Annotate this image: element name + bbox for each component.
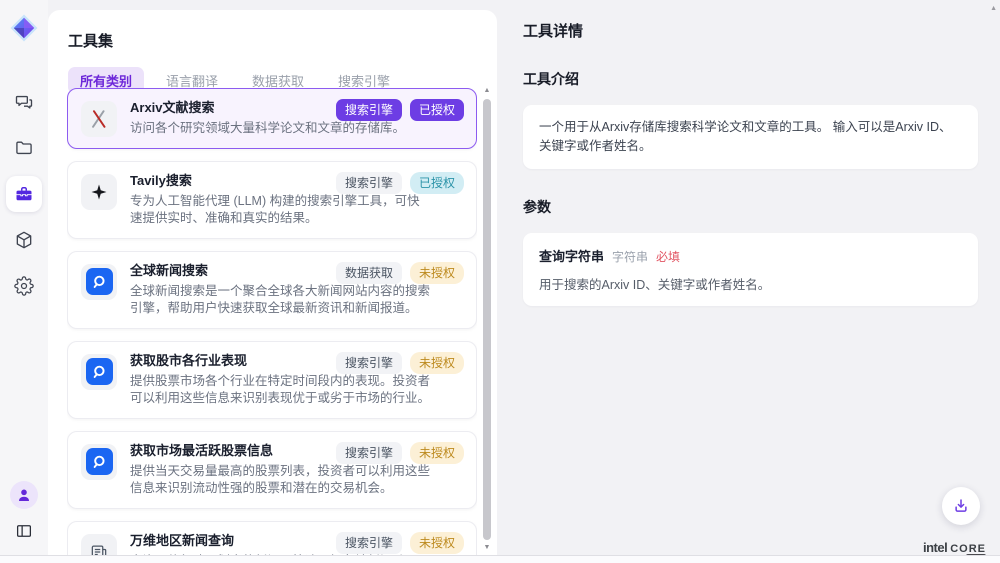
tool-badges: 搜索引擎未授权 — [336, 442, 464, 464]
app-window: 工具集 所有类别语言翻译数据获取搜索引擎 Arxiv文献搜索 访问各个研究领域大… — [0, 0, 1000, 563]
tool-category-badge: 搜索引擎 — [336, 352, 402, 374]
search-blue-icon — [81, 354, 117, 390]
tool-badges: 搜索引擎未授权 — [336, 532, 464, 554]
tool-badges: 数据获取未授权 — [336, 262, 464, 284]
folder-icon[interactable] — [6, 130, 42, 166]
download-button[interactable] — [942, 487, 980, 525]
tool-badges: 搜索引擎已授权 — [336, 99, 464, 121]
settings-icon[interactable] — [6, 268, 42, 304]
tool-list-panel: 工具集 所有类别语言翻译数据获取搜索引擎 Arxiv文献搜索 访问各个研究领域大… — [48, 10, 497, 555]
tool-auth-badge: 已授权 — [410, 99, 464, 121]
param-desc: 用于搜索的Arxiv ID、关键字或作者姓名。 — [539, 274, 962, 293]
user-avatar[interactable] — [10, 481, 38, 509]
tool-desc: 访问各个研究领域大量科学论文和文章的存储库。 — [130, 120, 405, 138]
window-bottom-edge — [0, 555, 1000, 563]
scrollbar-thumb[interactable] — [483, 99, 491, 540]
brand-intel: intel — [923, 540, 947, 555]
params-heading: 参数 — [523, 197, 978, 217]
sidebar-bottom — [0, 481, 48, 543]
intro-text: 一个用于从Arxiv存储库搜索科学论文和文章的工具。 输入可以是Arxiv ID… — [539, 118, 962, 156]
tool-category-badge: 搜索引擎 — [336, 442, 402, 464]
tool-desc: 提供股票市场各个行业在特定时间段内的表现。投资者可以利用这些信息来识别表现优于或… — [130, 373, 432, 408]
tool-category-badge: 搜索引擎 — [336, 99, 402, 121]
tool-card-4[interactable]: 获取市场最活跃股票信息 提供当天交易量最高的股票列表，投资者可以利用这些信息来识… — [67, 431, 477, 509]
sidebar-nav — [6, 84, 42, 304]
tool-desc: 专为人工智能代理 (LLM) 构建的搜索引擎工具，可快速提供实时、准确和真实的结… — [130, 193, 432, 228]
tool-auth-badge: 未授权 — [410, 442, 464, 464]
scroll-down-arrow-icon[interactable]: ▼ — [482, 543, 492, 553]
tool-category-badge: 数据获取 — [336, 262, 402, 284]
param-type: 字符串 — [612, 248, 648, 265]
details-title: 工具详情 — [523, 20, 978, 41]
app-logo[interactable] — [10, 14, 38, 42]
tool-card-1[interactable]: Tavily搜索 专为人工智能代理 (LLM) 构建的搜索引擎工具，可快速提供实… — [67, 161, 477, 239]
search-blue-icon — [81, 444, 117, 480]
tool-card-2[interactable]: 全球新闻搜索 全球新闻搜索是一个聚合全球各大新闻网站内容的搜索引擎，帮助用户快速… — [67, 251, 477, 329]
panel-toggle-icon[interactable] — [12, 519, 36, 543]
tool-auth-badge: 已授权 — [410, 172, 464, 194]
panel-scroll-arrow-icon[interactable]: ▲ — [990, 5, 997, 12]
tool-auth-badge: 未授权 — [410, 262, 464, 284]
cube-icon[interactable] — [6, 222, 42, 258]
sparkle-icon — [81, 174, 117, 210]
list-scrollbar[interactable]: ▲ ▼ — [482, 86, 492, 553]
tool-badges: 搜索引擎未授权 — [336, 352, 464, 374]
tool-desc: 提供当天交易量最高的股票列表，投资者可以利用这些信息来识别流动性强的股票和潜在的… — [130, 463, 432, 498]
tool-details-panel: 工具详情 工具介绍 一个用于从Arxiv存储库搜索科学论文和文章的工具。 输入可… — [497, 0, 1000, 555]
param-card: 查询字符串 字符串 必填 用于搜索的Arxiv ID、关键字或作者姓名。 — [523, 233, 978, 306]
param-name: 查询字符串 — [539, 246, 604, 265]
tool-list: Arxiv文献搜索 访问各个研究领域大量科学论文和文章的存储库。 搜索引擎已授权… — [67, 88, 477, 555]
news-icon — [81, 534, 117, 556]
tool-category-badge: 搜索引擎 — [336, 532, 402, 554]
tool-badges: 搜索引擎已授权 — [336, 172, 464, 194]
param-required-badge: 必填 — [656, 248, 680, 265]
chat-icon[interactable] — [6, 84, 42, 120]
sidebar — [0, 0, 48, 555]
arxiv-icon — [81, 101, 117, 137]
tool-desc: 全球新闻搜索是一个聚合全球各大新闻网站内容的搜索引擎，帮助用户快速获取全球最新资… — [130, 283, 432, 318]
tool-auth-badge: 未授权 — [410, 532, 464, 554]
tool-card-3[interactable]: 获取股市各行业表现 提供股票市场各个行业在特定时间段内的表现。投资者可以利用这些… — [67, 341, 477, 419]
tool-card-5[interactable]: 万维地区新闻查询 查询具体行政区划内的新闻，快速了解各地新闻动 搜索引擎未授权 — [67, 521, 477, 556]
tool-category-badge: 搜索引擎 — [336, 172, 402, 194]
intro-heading: 工具介绍 — [523, 69, 978, 89]
download-icon — [952, 497, 970, 515]
tool-card-0[interactable]: Arxiv文献搜索 访问各个研究领域大量科学论文和文章的存储库。 搜索引擎已授权 — [67, 88, 477, 149]
search-blue-icon — [81, 264, 117, 300]
intel-core-logo: intel CORE ultra — [923, 540, 986, 555]
intro-card: 一个用于从Arxiv存储库搜索科学论文和文章的工具。 输入可以是Arxiv ID… — [523, 105, 978, 169]
tool-auth-badge: 未授权 — [410, 352, 464, 374]
scroll-up-arrow-icon[interactable]: ▲ — [482, 86, 492, 96]
toolbox-icon[interactable] — [6, 176, 42, 212]
page-title: 工具集 — [68, 30, 497, 51]
